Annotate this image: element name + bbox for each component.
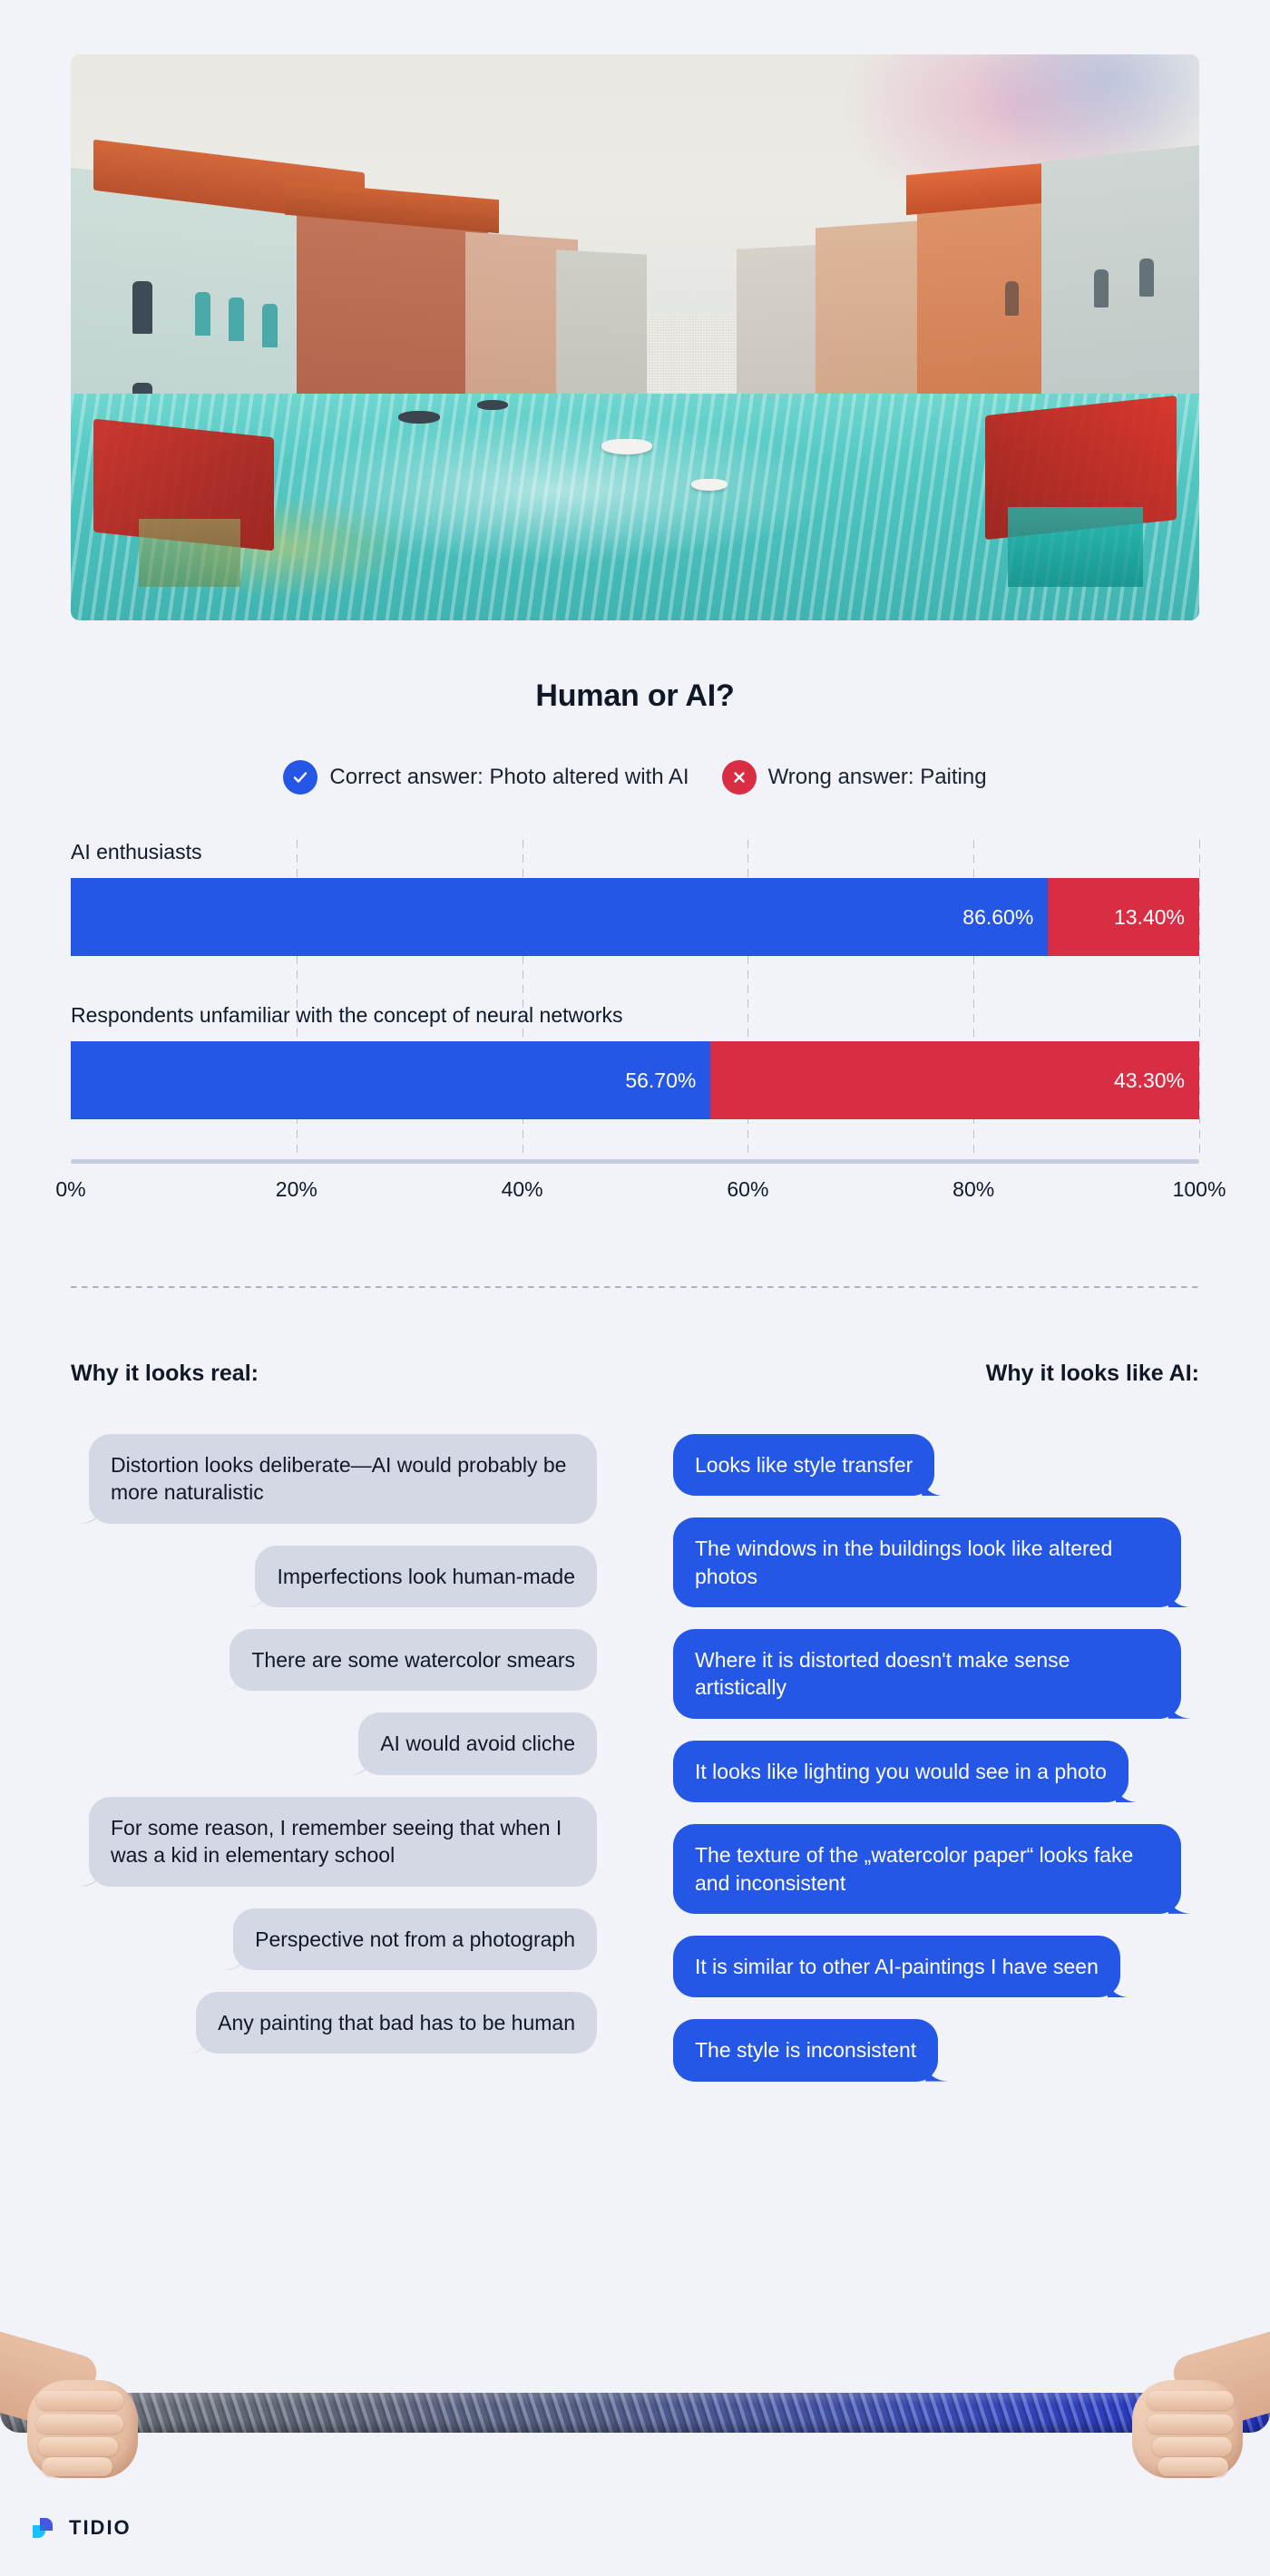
- chart-x-axis-ticks: 0% 20% 40% 60% 80% 100%: [55, 1177, 1226, 1214]
- bar-segment-wrong: 13.40%: [1048, 878, 1199, 956]
- x-circle-icon: [721, 760, 757, 795]
- quote-bubble-ai: The windows in the buildings look like a…: [673, 1517, 1181, 1608]
- quote-bubble-ai: It is similar to other AI-paintings I ha…: [673, 1935, 1120, 1998]
- bar-category-label: Respondents unfamiliar with the concept …: [71, 1003, 623, 1027]
- bar-value-correct: 86.60%: [962, 904, 1034, 929]
- check-circle-icon: [283, 760, 318, 795]
- rope-icon: [0, 2393, 1270, 2433]
- quote-bubble-ai: Where it is distorted doesn't make sense…: [673, 1629, 1181, 1719]
- quote-bubble-real: Any painting that bad has to be human: [196, 1991, 597, 2054]
- bar-segment-correct: 56.70%: [71, 1041, 711, 1119]
- quote-bubble-real: Distortion looks deliberate—AI would pro…: [89, 1434, 597, 1524]
- quote-bubble-ai: Looks like style transfer: [673, 1434, 935, 1497]
- bar-stack: 86.60% 13.40%: [71, 878, 1199, 956]
- legend-label-wrong: Wrong answer: Paiting: [767, 765, 987, 789]
- bar-segment-correct: 86.60%: [71, 878, 1049, 956]
- column-heading-real: Why it looks real:: [71, 1361, 259, 1386]
- tidio-chat-bubble-icon: [27, 2513, 58, 2543]
- x-axis-tick-label: 60%: [727, 1177, 769, 1201]
- legend-label-correct: Correct answer: Photo altered with AI: [329, 765, 689, 789]
- stacked-bar-chart: AI enthusiasts 86.60% 13.40% Respondents…: [55, 840, 1226, 1221]
- bar-value-wrong: 43.30%: [1113, 1068, 1185, 1092]
- x-axis-tick-label: 80%: [952, 1177, 995, 1201]
- tidio-logo[interactable]: TIDIO: [27, 2513, 132, 2543]
- quote-bubble-ai: It looks like lighting you would see in …: [673, 1740, 1128, 1803]
- quote-bubble-real: Imperfections look human-made: [255, 1545, 597, 1608]
- column-why-ai: Why it looks like AI: Looks like style t…: [673, 1361, 1199, 2103]
- quote-list-real: Distortion looks deliberate—AI would pro…: [71, 1434, 597, 2075]
- chart-axis-line: [71, 1159, 1199, 1164]
- bar-value-wrong: 13.40%: [1113, 904, 1185, 929]
- right-hand: [1087, 2322, 1270, 2485]
- chart-row: Respondents unfamiliar with the concept …: [71, 1003, 1199, 1119]
- quote-bubble-real: AI would avoid cliche: [358, 1712, 597, 1775]
- page-title: Human or AI?: [535, 678, 735, 713]
- chart-legend: Correct answer: Photo altered with AI Wr…: [0, 760, 1270, 795]
- x-axis-tick-label: 0%: [55, 1177, 86, 1201]
- quote-bubble-real: Perspective not from a photograph: [233, 1908, 597, 1970]
- left-hand: [0, 2322, 183, 2485]
- tug-of-war-illustration: [0, 2286, 1270, 2503]
- hero-watercolor-image: [71, 54, 1199, 620]
- quote-bubble-real: There are some watercolor smears: [230, 1629, 597, 1692]
- x-axis-tick-label: 20%: [275, 1177, 318, 1201]
- legend-item-correct: Correct answer: Photo altered with AI: [283, 760, 689, 795]
- infographic-page: Human or AI? Correct answer: Photo alter…: [0, 0, 1270, 2576]
- quote-bubble-ai: The texture of the „watercolor paper“ lo…: [673, 1824, 1181, 1914]
- section-divider: [71, 1286, 1199, 1288]
- bar-stack: 56.70% 43.30%: [71, 1041, 1199, 1119]
- x-axis-tick-label: 40%: [501, 1177, 543, 1201]
- legend-item-wrong: Wrong answer: Paiting: [721, 760, 987, 795]
- quote-bubble-real: For some reason, I remember seeing that …: [89, 1796, 597, 1887]
- column-heading-ai: Why it looks like AI:: [985, 1361, 1199, 1386]
- x-axis-tick-label: 100%: [1172, 1177, 1226, 1201]
- bar-value-correct: 56.70%: [625, 1068, 697, 1092]
- tidio-logo-text: TIDIO: [69, 2516, 132, 2539]
- gridline: [1199, 840, 1200, 1159]
- column-why-real: Why it looks real: Distortion looks deli…: [71, 1361, 597, 2075]
- quote-bubble-ai: The style is inconsistent: [673, 2019, 939, 2082]
- quote-list-ai: Looks like style transfer The windows in …: [673, 1434, 1199, 2103]
- bar-category-label: AI enthusiasts: [71, 840, 202, 864]
- bar-segment-wrong: 43.30%: [710, 1041, 1199, 1119]
- chart-row: AI enthusiasts 86.60% 13.40%: [71, 840, 1199, 956]
